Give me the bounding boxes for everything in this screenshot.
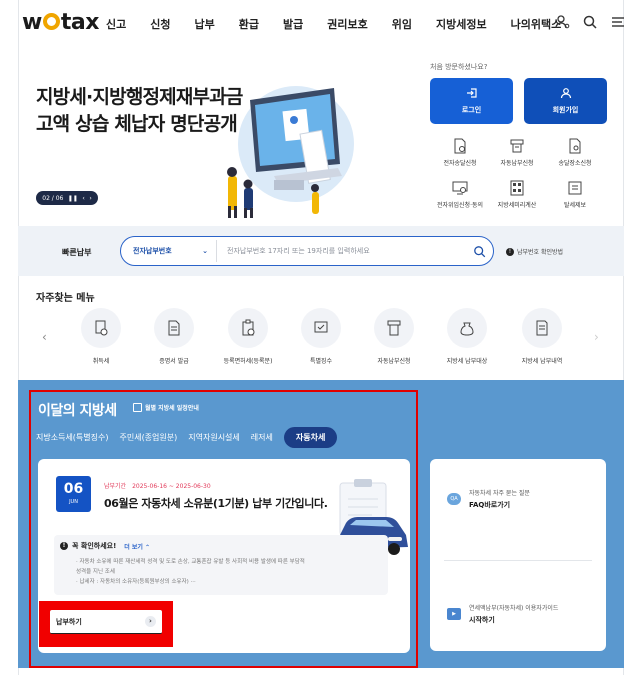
nav-item-rights[interactable]: 권리보호 [327, 16, 367, 32]
guide-main-label: 시작하기 [469, 616, 495, 624]
nav-item-apply[interactable]: 신청 [150, 16, 170, 32]
payment-history-icon [522, 308, 562, 348]
favorite-label: 취득세 [92, 358, 110, 365]
qa-bubble-icon: QA [447, 493, 461, 505]
document-location-icon [569, 138, 581, 154]
chevron-left-icon[interactable]: ‹ [42, 330, 47, 344]
user-settings-icon[interactable] [554, 14, 570, 30]
hero-title-line2: 고액 상습 체납자 명단공개 [36, 113, 238, 135]
favorite-item-payment-history[interactable]: 지방세 납부내역 [509, 308, 575, 365]
banner-pager[interactable]: 02 / 06 ❚❚ ‹ › [36, 191, 98, 205]
login-button[interactable]: 로그인 [430, 78, 513, 124]
nav-item-issue[interactable]: 발급 [283, 16, 303, 32]
special-collection-icon [301, 308, 341, 348]
hero-banner-title[interactable]: 지방세·지방행정제재부과금 고액 상습 체납자 명단공개 [36, 84, 243, 138]
nav-item-delegate[interactable]: 위임 [392, 16, 412, 32]
quick-service-label: 송달장소신청 [558, 160, 592, 167]
header-icons [554, 14, 626, 30]
favorite-label: 증명서 발급 [159, 358, 189, 365]
fast-payment-label: 빠른납부 [62, 248, 92, 257]
favorite-item-registration-license-tax[interactable]: 등록면허세(등록분) [215, 308, 281, 365]
hero-illustration [227, 86, 354, 218]
favorite-item-acquisition-tax[interactable]: 취득세 [68, 308, 134, 365]
favorite-item-certificate[interactable]: 증명서 발급 [141, 308, 207, 365]
faq-small-label: 자동차세 자주 묻는 질문 [469, 490, 530, 497]
main-nav: 신고 신청 납부 환급 발급 권리보호 위임 지방세정보 나의위택스 [106, 16, 585, 32]
certificate-icon [154, 308, 194, 348]
user-guide-link[interactable]: ▶ 연세액납부(자동차세) 이용자가이드 시작하기 [447, 603, 558, 625]
faq-main-label: FAQ바로가기 [469, 501, 511, 509]
login-label: 로그인 [461, 106, 482, 114]
registration-icon [228, 308, 268, 348]
quick-service-label: 전자송달신청 [443, 160, 477, 167]
favorite-label: 특별징수 [309, 358, 333, 365]
faq-link[interactable]: QA 자동차세 자주 묻는 질문 FAQ바로가기 [447, 488, 530, 510]
payment-number-help-link[interactable]: ! 납부번호 확인방법 [506, 247, 563, 256]
guide-small-label: 연세액납부(자동차세) 이용자가이드 [469, 605, 559, 612]
fast-payment-box: 전자납부번호 ⌄ [120, 236, 494, 266]
favorite-label: 등록면허세(등록분) [223, 358, 273, 365]
monitor-icon [452, 181, 468, 195]
quick-service-label: 전자위임신청·동의 [436, 202, 484, 209]
wetax-logo[interactable]: w tax [22, 10, 99, 35]
nav-item-report[interactable]: 신고 [106, 16, 126, 32]
house-document-icon [81, 308, 121, 348]
user-icon [560, 88, 571, 99]
auto-payment-icon [374, 308, 414, 348]
login-icon [466, 88, 477, 98]
nav-item-refund[interactable]: 환급 [239, 16, 259, 32]
chevron-down-icon: ⌄ [202, 247, 208, 255]
calculator-icon [510, 180, 524, 196]
payment-type-select[interactable]: 전자납부번호 ⌄ [125, 240, 217, 262]
highlight-frame [29, 390, 418, 668]
guide-icon: ▶ [447, 608, 461, 620]
printer-icon [510, 139, 524, 153]
search-icon[interactable] [465, 245, 493, 258]
info-icon: ! [506, 247, 514, 256]
quick-service-label: 자동납부신청 [500, 160, 534, 167]
quick-service-label: 탈세제보 [563, 202, 587, 209]
payment-number-input[interactable] [217, 247, 465, 255]
search-icon[interactable] [582, 14, 598, 30]
signup-label: 회원가입 [552, 106, 579, 114]
prev-icon[interactable]: ‹ [82, 195, 84, 202]
document-check-icon [454, 138, 466, 154]
pager-count: 02 / 06 [42, 194, 64, 202]
nav-item-local-tax-info[interactable]: 지방세정보 [436, 16, 487, 32]
pause-icon[interactable]: ❚❚ [68, 195, 78, 202]
menu-icon[interactable] [610, 14, 626, 30]
chevron-right-icon[interactable]: › [594, 330, 599, 344]
favorite-item-special-collection[interactable]: 특별징수 [288, 308, 354, 365]
quick-service-label: 지방세미리계산 [497, 202, 537, 209]
payment-number-help-label: 납부번호 확인방법 [517, 249, 564, 256]
signup-button[interactable]: 회원가입 [524, 78, 607, 124]
quick-service-delivery-place[interactable]: 송달장소신청 [540, 138, 610, 167]
favorite-item-tax-payment-target[interactable]: 지방세 납부대상 [434, 308, 500, 365]
next-icon[interactable]: › [89, 195, 91, 202]
favorite-label: 지방세 납부대상 [446, 358, 488, 365]
favorite-label: 지방세 납부내역 [521, 358, 563, 365]
favorite-item-auto-payment[interactable]: 자동납부신청 [361, 308, 427, 365]
nav-item-pay[interactable]: 납부 [195, 16, 215, 32]
first-visit-text[interactable]: 처음 방문하셨나요? [430, 62, 487, 72]
payment-type-value: 전자납부번호 [133, 247, 172, 255]
tax-bag-icon [447, 308, 487, 348]
quick-service-tax-evasion-report[interactable]: 탈세제보 [540, 180, 610, 209]
report-icon [568, 181, 582, 195]
favorite-menus-title: 자주찾는 메뉴 [36, 293, 95, 304]
divider [444, 560, 592, 561]
hero-title-line1: 지방세·지방행정제재부과금 [36, 86, 243, 108]
favorite-label: 자동납부신청 [377, 358, 411, 365]
